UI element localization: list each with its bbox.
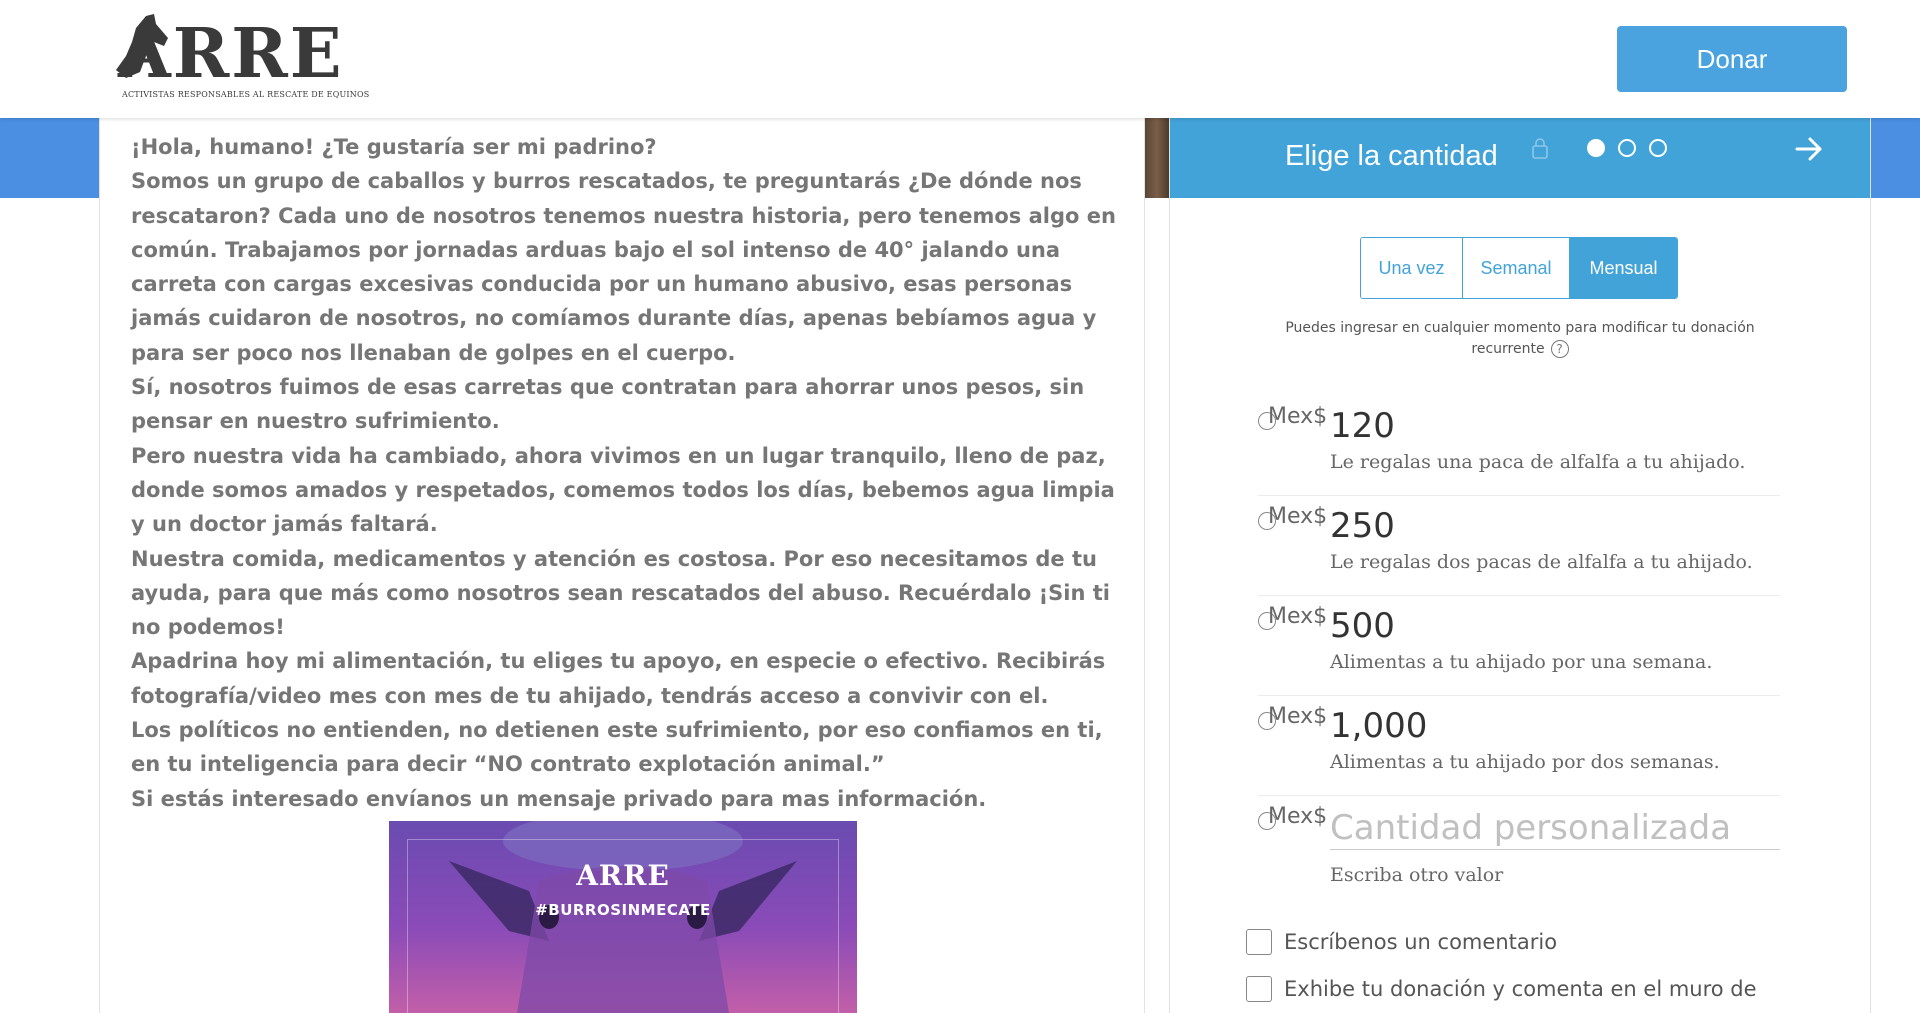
comment-option[interactable]: Escríbenos un comentario xyxy=(1246,927,1557,957)
currency-label: Mex$ xyxy=(1268,804,1328,829)
amount-description: Alimentas a tu ahijado por dos semanas. xyxy=(1330,751,1720,773)
amount-value: 120 xyxy=(1330,406,1395,446)
story-paragraph: Sí, nosotros fuimos de esas carretas que… xyxy=(131,375,1085,434)
donate-button[interactable]: Donar xyxy=(1617,26,1847,92)
promo-logo: ARRE xyxy=(576,859,670,892)
logo-tagline: ACTIVISTAS RESPONSABLES AL RESCATE DE EQ… xyxy=(122,90,370,99)
currency-label: Mex$ xyxy=(1268,404,1328,429)
amount-description: Le regalas una paca de alfalfa a tu ahij… xyxy=(1330,451,1746,473)
amount-description: Le regalas dos pacas de alfalfa a tu ahi… xyxy=(1330,551,1753,573)
recurring-note: Puedes ingresar en cualquier momento par… xyxy=(1260,318,1780,360)
amount-value: 250 xyxy=(1330,506,1395,546)
story-paragraph: Somos un grupo de caballos y burros resc… xyxy=(131,169,1116,365)
currency-label: Mex$ xyxy=(1268,704,1328,729)
story-paragraph: Apadrina hoy mi alimentación, tu eliges … xyxy=(131,649,1106,708)
arrow-right-icon[interactable] xyxy=(1794,134,1824,164)
amount-option[interactable]: Mex$ 1,000 Alimentas a tu ahijado por do… xyxy=(1258,698,1780,796)
wall-option[interactable]: Exhibe tu donación y comenta en el muro … xyxy=(1246,974,1757,1004)
frequency-weekly-button[interactable]: Semanal xyxy=(1463,238,1570,298)
site-header: ARRE ACTIVISTAS RESPONSABLES AL RESCATE … xyxy=(0,0,1920,118)
step-indicator-1 xyxy=(1587,139,1605,157)
form-header: Elige la cantidad xyxy=(1170,118,1870,198)
amount-option[interactable]: Mex$ 500 Alimentas a tu ahijado por una … xyxy=(1258,598,1780,696)
help-icon[interactable]: ? xyxy=(1550,340,1569,358)
promo-hashtag: #BURROSINMECATE xyxy=(535,901,711,919)
custom-amount-input[interactable] xyxy=(1330,806,1780,850)
form-title: Elige la cantidad xyxy=(1285,140,1498,172)
logo-wordmark: ARRE xyxy=(118,14,344,94)
frequency-monthly-button[interactable]: Mensual xyxy=(1570,238,1677,298)
campaign-description: ¡Hola, humano! ¿Te gustaría ser mi padri… xyxy=(99,118,1145,1013)
recurring-note-text: Puedes ingresar en cualquier momento par… xyxy=(1285,320,1755,357)
story-paragraph: ¡Hola, humano! ¿Te gustaría ser mi padri… xyxy=(131,135,657,159)
story-paragraph: Si estás interesado envíanos un mensaje … xyxy=(131,786,987,811)
comment-label: Escríbenos un comentario xyxy=(1284,930,1558,954)
wall-label: Exhibe tu donación y comenta en el muro … xyxy=(1284,977,1757,1001)
story-text: ¡Hola, humano! ¿Te gustaría ser mi padri… xyxy=(131,130,1131,816)
wall-checkbox[interactable] xyxy=(1246,976,1272,1002)
custom-amount-hint: Escriba otro valor xyxy=(1330,864,1504,886)
story-paragraph: Nuestra comida, medicamentos y atención … xyxy=(131,546,1111,640)
amount-value: 1,000 xyxy=(1330,706,1428,746)
hero-photo-edge xyxy=(1145,118,1169,198)
frequency-once-button[interactable]: Una vez xyxy=(1361,238,1463,298)
step-indicator-2 xyxy=(1618,139,1636,157)
step-indicator-3 xyxy=(1649,139,1667,157)
currency-label: Mex$ xyxy=(1268,604,1328,629)
story-paragraph: Los políticos no entienden, no detienen … xyxy=(131,718,1103,777)
currency-label: Mex$ xyxy=(1268,504,1328,529)
custom-amount-option[interactable]: Mex$ Escriba otro valor xyxy=(1258,798,1780,908)
story-paragraph: Pero nuestra vida ha cambiado, ahora viv… xyxy=(131,443,1115,537)
donation-form: Elige la cantidad Una vez Semanal Mensua… xyxy=(1169,118,1871,1013)
amount-option[interactable]: Mex$ 250 Le regalas dos pacas de alfalfa… xyxy=(1258,498,1780,596)
campaign-image: ARRE #BURROSINMECATE xyxy=(389,821,857,1013)
lock-icon xyxy=(1532,138,1548,159)
amount-value: 500 xyxy=(1330,606,1395,646)
frequency-selector: Una vez Semanal Mensual xyxy=(1360,237,1678,299)
arre-logo[interactable]: ARRE ACTIVISTAS RESPONSABLES AL RESCATE … xyxy=(106,12,369,104)
amount-option[interactable]: Mex$ 120 Le regalas una paca de alfalfa … xyxy=(1258,398,1780,496)
amount-description: Alimentas a tu ahijado por una semana. xyxy=(1330,651,1713,673)
comment-checkbox[interactable] xyxy=(1246,929,1272,955)
